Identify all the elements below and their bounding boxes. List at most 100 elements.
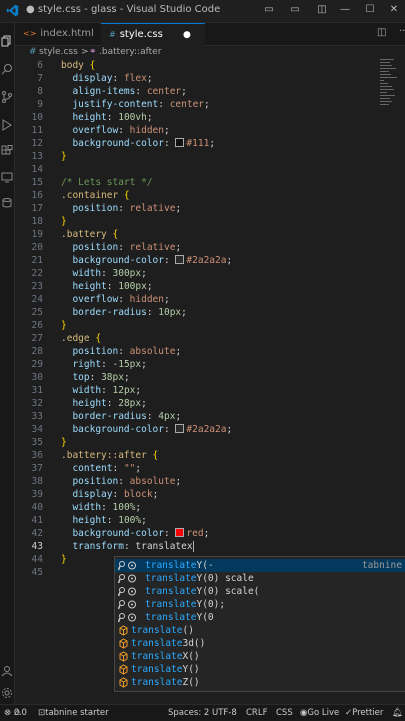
suggestion-item[interactable]: translateY(0) scale( (115, 585, 405, 598)
breadcrumb-symbol[interactable]: .battery::after (99, 45, 161, 59)
suggestion-item[interactable]: translateY(0) scale (115, 572, 405, 585)
split-layout-icon[interactable]: ◫ (315, 3, 329, 17)
split-editor-icon[interactable]: ◫ (377, 27, 386, 38)
minimap[interactable] (380, 59, 402, 129)
more-actions-icon[interactable]: ··· (399, 26, 405, 37)
close-button[interactable]: ✕ (387, 3, 401, 17)
suggestion-widget[interactable]: translateY(- tabnine translateY(0) scale tr… (114, 556, 405, 692)
run-debug-icon[interactable] (1, 119, 13, 131)
code-line[interactable]: 30 top: 38px; (15, 371, 375, 384)
code-line[interactable]: 28 position: absolute; (15, 345, 375, 358)
explorer-icon[interactable] (1, 35, 13, 47)
line-number: 23 (31, 281, 43, 292)
code-line[interactable]: 38 position: absolute; (15, 475, 375, 488)
code-line[interactable]: 33 border-radius: 4px; (15, 410, 375, 423)
code-text: background-color: #2a2a2a; (72, 424, 233, 435)
breadcrumb-file[interactable]: style.css (39, 45, 78, 59)
code-line[interactable]: 27 .edge { (15, 332, 375, 345)
code-line[interactable]: 36 .battery::after { (15, 449, 375, 462)
code-line[interactable]: 13} (15, 150, 375, 163)
code-line[interactable]: 23 height: 100px; (15, 280, 375, 293)
color-swatch[interactable] (175, 255, 185, 264)
database-icon[interactable] (1, 197, 13, 209)
code-line[interactable]: 43 transform: translatex (15, 540, 375, 553)
code-text: display: block; (72, 489, 159, 500)
code-line[interactable]: 8 align-items: center; (15, 85, 375, 98)
code-line[interactable]: 18} (15, 215, 375, 228)
code-line[interactable]: 32 height: 28px; (15, 397, 375, 410)
code-line[interactable]: 37 content: ""; (15, 462, 375, 475)
suggestion-item[interactable]: translateY() (115, 663, 405, 676)
code-line[interactable]: 25 border-radius: 10px; (15, 306, 375, 319)
source-control-icon[interactable] (1, 91, 13, 103)
code-line[interactable]: 10 height: 100vh; (15, 111, 375, 124)
code-line[interactable]: 20 position: relative; (15, 241, 375, 254)
code-line[interactable]: 7 display: flex; (15, 72, 375, 85)
code-line[interactable]: 41 height: 100%; (15, 514, 375, 527)
code-line[interactable]: 21 background-color: #2a2a2a; (15, 254, 375, 267)
line-number: 44 (31, 554, 43, 565)
problems-indicator[interactable]: ⊗ 0 ⚠ 0 (4, 705, 27, 721)
suggestion-item[interactable]: translateY(- tabnine (115, 559, 405, 572)
prettier-status[interactable]: ✓ Prettier (345, 705, 383, 721)
suggestion-item[interactable]: translateY(0 (115, 611, 405, 624)
code-line[interactable]: 40 width: 100%; (15, 501, 375, 514)
code-line[interactable]: 12 background-color: #111; (15, 137, 375, 150)
code-line[interactable]: 16 .container { (15, 189, 375, 202)
suggestion-item[interactable]: translate() (115, 624, 405, 637)
code-line[interactable]: 24 overflow: hidden; (15, 293, 375, 306)
indentation-status[interactable]: Spaces: 2 (168, 705, 209, 721)
line-number: 6 (37, 60, 43, 71)
code-line[interactable]: 26} (15, 319, 375, 332)
code-text: position: relative; (72, 203, 182, 214)
tabnine-status[interactable]: ⊡ tabnine starter (38, 705, 109, 721)
code-text: background-color: #2a2a2a; (72, 255, 233, 266)
code-line[interactable]: 22 width: 300px; (15, 267, 375, 280)
layout-toggle-icon[interactable]: ▭ (262, 3, 276, 17)
panel-toggle-icon[interactable]: ▭ (288, 3, 302, 17)
eol-status[interactable]: CRLF (246, 705, 267, 721)
language-mode-status[interactable]: CSS (276, 705, 293, 721)
minimize-button[interactable]: — (338, 3, 352, 17)
tab-index-html[interactable]: <> index.html (15, 23, 103, 45)
color-swatch[interactable] (175, 424, 185, 433)
extensions-icon[interactable] (1, 145, 13, 157)
code-text: .edge { (61, 333, 102, 344)
code-line[interactable]: 11 overflow: hidden; (15, 124, 375, 137)
code-line[interactable]: 42 background-color: red; (15, 527, 375, 540)
suggestion-item[interactable]: translateZ() (115, 676, 405, 689)
code-line[interactable]: 35} (15, 436, 375, 449)
settings-gear-icon[interactable] (1, 687, 13, 699)
search-icon[interactable] (1, 63, 13, 75)
code-line[interactable]: 29 right: -15px; (15, 358, 375, 371)
suggestion-item[interactable]: translateY(0); (115, 598, 405, 611)
line-number: 31 (31, 385, 43, 396)
code-line[interactable]: 34 background-color: #2a2a2a; (15, 423, 375, 436)
code-text: } (61, 216, 67, 227)
go-live-button[interactable]: ◉ Go Live (300, 705, 339, 721)
color-swatch[interactable] (175, 528, 185, 537)
line-number: 18 (31, 216, 43, 227)
encoding-status[interactable]: UTF-8 (212, 705, 237, 721)
suggestion-label: translateZ() (131, 677, 200, 688)
code-line[interactable]: 17 position: relative; (15, 202, 375, 215)
code-text: } (61, 554, 67, 565)
account-icon[interactable] (1, 665, 13, 677)
code-line[interactable]: 19 .battery { (15, 228, 375, 241)
code-line[interactable]: 9 justify-content: center; (15, 98, 375, 111)
suggestion-item[interactable]: translateX() (115, 650, 405, 663)
code-text: overflow: hidden; (72, 125, 170, 136)
notifications-bell-icon[interactable]: 🔔︎ (392, 705, 403, 721)
suggestion-item[interactable]: translate3d() (115, 637, 405, 650)
maximize-button[interactable]: ☐ (363, 3, 377, 17)
code-line[interactable]: 14 (15, 163, 375, 176)
unsaved-dot-icon[interactable]: ● (183, 24, 191, 46)
code-line[interactable]: 15 /* Lets start */ (15, 176, 375, 189)
code-line[interactable]: 6 body { (15, 59, 375, 72)
code-line[interactable]: 31 width: 12px; (15, 384, 375, 397)
code-line[interactable]: 39 display: block; (15, 488, 375, 501)
code-text: transform: translatex (72, 541, 194, 552)
color-swatch[interactable] (175, 138, 185, 147)
remote-explorer-icon[interactable] (1, 171, 13, 183)
tab-style-css[interactable]: # style.css ● (101, 23, 205, 46)
